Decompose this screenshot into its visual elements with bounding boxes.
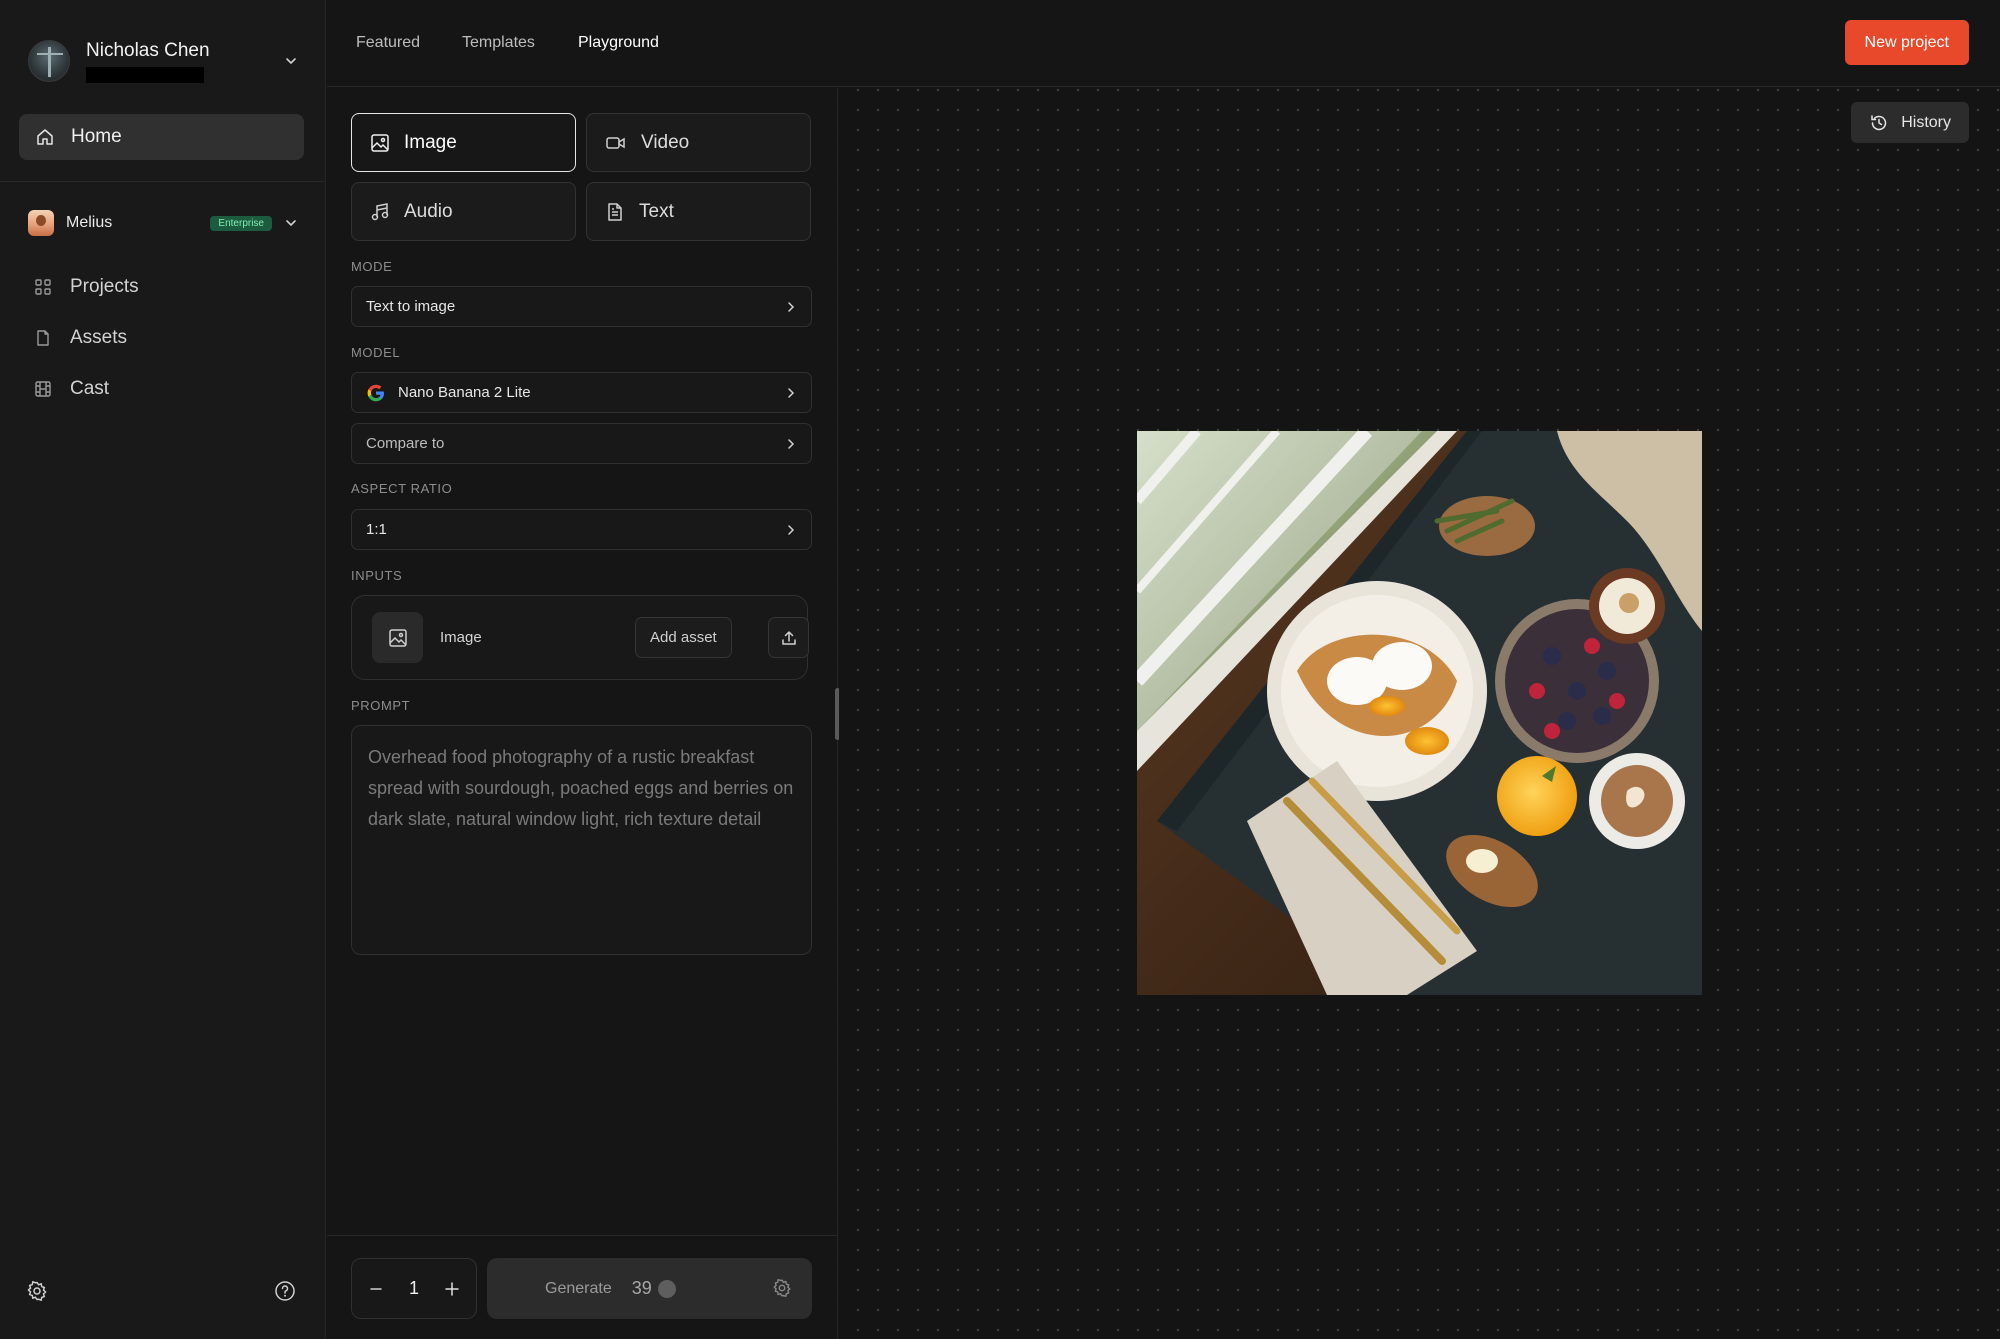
type-label: Video bbox=[641, 131, 690, 153]
prompt-box bbox=[351, 725, 812, 955]
generated-image[interactable] bbox=[1137, 431, 1702, 995]
generate-button[interactable]: Generate 39 bbox=[487, 1258, 812, 1319]
redacted-email bbox=[86, 66, 204, 83]
aspect-ratio-label: ASPECT RATIO bbox=[351, 481, 453, 496]
mode-select[interactable]: Text to image bbox=[351, 286, 812, 327]
prompt-label: PROMPT bbox=[351, 698, 411, 713]
sidebar-item-label: Projects bbox=[70, 276, 139, 297]
user-info: Nicholas Chen bbox=[86, 40, 284, 83]
image-icon bbox=[370, 133, 390, 153]
quantity-value: 1 bbox=[408, 1278, 419, 1298]
model-select[interactable]: Nano Banana 2 Lite bbox=[351, 372, 812, 413]
tab-templates[interactable]: Templates bbox=[462, 34, 535, 52]
tab-playground[interactable]: Playground bbox=[578, 34, 659, 52]
type-label: Text bbox=[639, 200, 674, 222]
breakfast-photo bbox=[1137, 431, 1702, 995]
mode-label: MODE bbox=[351, 259, 393, 274]
user-name: Nicholas Chen bbox=[86, 39, 210, 61]
type-video-button[interactable]: Video bbox=[586, 113, 811, 172]
google-logo-icon bbox=[366, 383, 386, 403]
file-icon bbox=[34, 329, 52, 347]
aspect-ratio-select[interactable]: 1:1 bbox=[351, 509, 812, 550]
decrement-button[interactable] bbox=[364, 1277, 388, 1301]
generation-panel: Image Video Audio Text MODE Text to imag… bbox=[327, 88, 840, 1339]
inputs-label: INPUTS bbox=[351, 568, 403, 583]
generation-settings-icon[interactable] bbox=[772, 1278, 792, 1298]
type-label: Image bbox=[404, 131, 457, 153]
type-image-button[interactable]: Image bbox=[351, 113, 576, 172]
type-text-button[interactable]: Text bbox=[586, 182, 811, 241]
mode-value: Text to image bbox=[366, 298, 456, 315]
history-label: History bbox=[1901, 113, 1951, 131]
input-image-label: Image bbox=[440, 629, 482, 646]
canvas-area[interactable]: History bbox=[839, 88, 2000, 1339]
chevron-right-icon bbox=[785, 438, 797, 450]
panel-footer-divider bbox=[327, 1235, 837, 1236]
input-image-thumb[interactable] bbox=[372, 612, 423, 663]
upload-icon bbox=[780, 629, 798, 647]
generate-label: Generate bbox=[545, 1279, 612, 1297]
chevron-right-icon bbox=[785, 301, 797, 313]
user-menu[interactable]: Nicholas Chen bbox=[28, 38, 298, 84]
quantity-stepper: 1 bbox=[351, 1258, 477, 1319]
settings-gear-icon[interactable] bbox=[26, 1280, 48, 1302]
sidebar-item-label: Assets bbox=[70, 327, 128, 348]
model-value: Nano Banana 2 Lite bbox=[398, 384, 531, 401]
type-label: Audio bbox=[404, 200, 453, 222]
help-icon[interactable] bbox=[274, 1280, 296, 1302]
history-button[interactable]: History bbox=[1851, 102, 1969, 143]
new-project-button[interactable]: New project bbox=[1844, 20, 1969, 65]
film-icon bbox=[34, 380, 52, 398]
workspace-avatar bbox=[28, 210, 54, 236]
history-icon bbox=[1869, 113, 1889, 133]
workspace-switcher[interactable]: Melius Enterprise bbox=[28, 208, 298, 238]
compare-to-label: Compare to bbox=[366, 435, 445, 452]
image-icon bbox=[388, 628, 408, 648]
document-icon bbox=[605, 202, 625, 222]
sidebar-item-label: Home bbox=[71, 126, 122, 147]
tab-featured[interactable]: Featured bbox=[356, 34, 420, 52]
sidebar-item-projects[interactable]: Projects bbox=[34, 272, 294, 302]
chevron-down-icon[interactable] bbox=[284, 54, 298, 68]
upload-button[interactable] bbox=[768, 617, 809, 658]
inputs-box: Image Add asset bbox=[351, 595, 809, 680]
chevron-right-icon bbox=[785, 387, 797, 399]
sidebar-item-home[interactable]: Home bbox=[19, 114, 304, 160]
sidebar: Nicholas Chen Home Melius Enterprise Pro… bbox=[0, 0, 326, 1339]
workspace-name: Melius bbox=[66, 214, 113, 231]
credit-coin-icon bbox=[657, 1279, 676, 1298]
aspect-ratio-value: 1:1 bbox=[366, 521, 387, 538]
compare-to-select[interactable]: Compare to bbox=[351, 423, 812, 464]
chevron-down-icon[interactable] bbox=[284, 216, 298, 230]
increment-button[interactable] bbox=[440, 1277, 464, 1301]
sidebar-divider bbox=[0, 181, 326, 182]
user-avatar bbox=[28, 40, 70, 82]
chevron-right-icon bbox=[785, 524, 797, 536]
home-icon bbox=[35, 127, 55, 147]
sidebar-item-label: Cast bbox=[70, 378, 110, 399]
type-audio-button[interactable]: Audio bbox=[351, 182, 576, 241]
prompt-input[interactable] bbox=[352, 726, 811, 954]
music-icon bbox=[370, 202, 390, 222]
credit-cost: 39 bbox=[631, 1278, 652, 1298]
plan-badge: Enterprise bbox=[210, 215, 272, 231]
video-icon bbox=[605, 133, 627, 153]
top-bar: Featured Templates Playground New projec… bbox=[327, 0, 2000, 87]
model-label: MODEL bbox=[351, 345, 401, 360]
add-asset-button[interactable]: Add asset bbox=[635, 617, 732, 658]
sidebar-item-assets[interactable]: Assets bbox=[34, 323, 294, 353]
grid-icon bbox=[34, 278, 52, 296]
sidebar-item-cast[interactable]: Cast bbox=[34, 374, 294, 404]
